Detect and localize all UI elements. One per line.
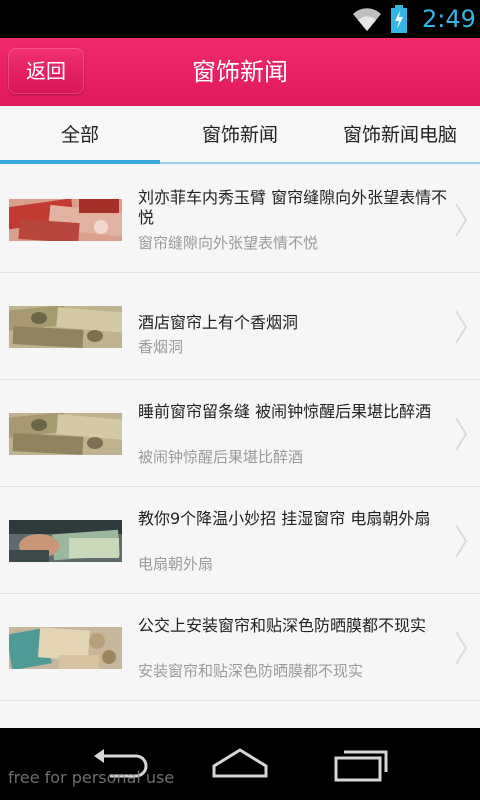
news-title: 公交上安装窗帘和贴深色防晒膜都不现实 (138, 616, 427, 635)
recent-apps-icon[interactable] (330, 746, 394, 782)
news-title: 刘亦菲车内秀玉臂 窗帘缝隙向外张望表情不悦 (138, 188, 448, 227)
list-item[interactable]: 酒店窗帘上有个香烟洞 香烟洞 (0, 273, 480, 380)
news-title: 教你9个降温小妙招 挂湿窗帘 电扇朝外扇 (138, 509, 431, 528)
list-item[interactable]: 公交上安装窗帘和贴深色防晒膜都不现实 安装窗帘和贴深色防晒膜都不现实 (0, 594, 480, 701)
list-item[interactable] (0, 701, 480, 728)
tab-bar: 全部 窗饰新闻 窗饰新闻电脑 (0, 106, 480, 164)
status-bar: 2:49 (0, 0, 480, 38)
chevron-right-icon (455, 417, 468, 451)
chevron-right-icon (455, 203, 468, 237)
watermark: free for personal use (8, 768, 175, 787)
list-item[interactable]: 睡前窗帘留条缝 被闹钟惊醒后果堪比醉酒 被闹钟惊醒后果堪比醉酒 (0, 380, 480, 487)
news-title: 睡前窗帘留条缝 被闹钟惊醒后果堪比醉酒 (138, 402, 432, 421)
news-summary: 电扇朝外扇 (138, 555, 214, 573)
tab-underline (160, 162, 480, 164)
wifi-icon (353, 8, 381, 31)
chevron-right-icon (455, 524, 468, 558)
title-bar: 窗饰新闻 返回 (0, 38, 480, 106)
tab-active-indicator (0, 160, 160, 164)
tab-window-news-computer[interactable]: 窗饰新闻电脑 (320, 106, 480, 164)
tab-all[interactable]: 全部 (0, 106, 160, 164)
hand-counting-cash-image (9, 520, 122, 562)
list-item[interactable]: 教你9个降温小妙招 挂湿窗帘 电扇朝外扇 电扇朝外扇 (0, 487, 480, 594)
cash-and-coins-image (9, 627, 122, 669)
clock: 2:49 (422, 5, 476, 33)
news-title: 酒店窗帘上有个香烟洞 (138, 313, 299, 332)
list-item[interactable]: 刘亦菲车内秀玉臂 窗帘缝隙向外张望表情不悦 窗帘缝隙向外张望表情不悦 (0, 166, 480, 273)
navigation-bar (0, 728, 480, 800)
back-button[interactable]: 返回 (8, 48, 84, 94)
battery-charging-icon (391, 5, 407, 33)
news-summary: 被闹钟惊醒后果堪比醉酒 (138, 448, 304, 466)
news-summary: 窗帘缝隙向外张望表情不悦 (138, 234, 319, 252)
chevron-right-icon (455, 631, 468, 665)
news-summary: 香烟洞 (138, 338, 184, 356)
home-nav-icon[interactable] (208, 746, 272, 782)
dollar-bills-image (9, 306, 122, 348)
tab-window-news[interactable]: 窗饰新闻 (160, 106, 320, 164)
red-banknotes-image (9, 199, 122, 241)
chevron-right-icon (455, 310, 468, 344)
news-summary: 安装窗帘和贴深色防晒膜都不现实 (138, 662, 364, 680)
dollar-bills-image (9, 413, 122, 455)
news-list[interactable]: 刘亦菲车内秀玉臂 窗帘缝隙向外张望表情不悦 窗帘缝隙向外张望表情不悦 酒店窗帘上… (0, 166, 480, 728)
